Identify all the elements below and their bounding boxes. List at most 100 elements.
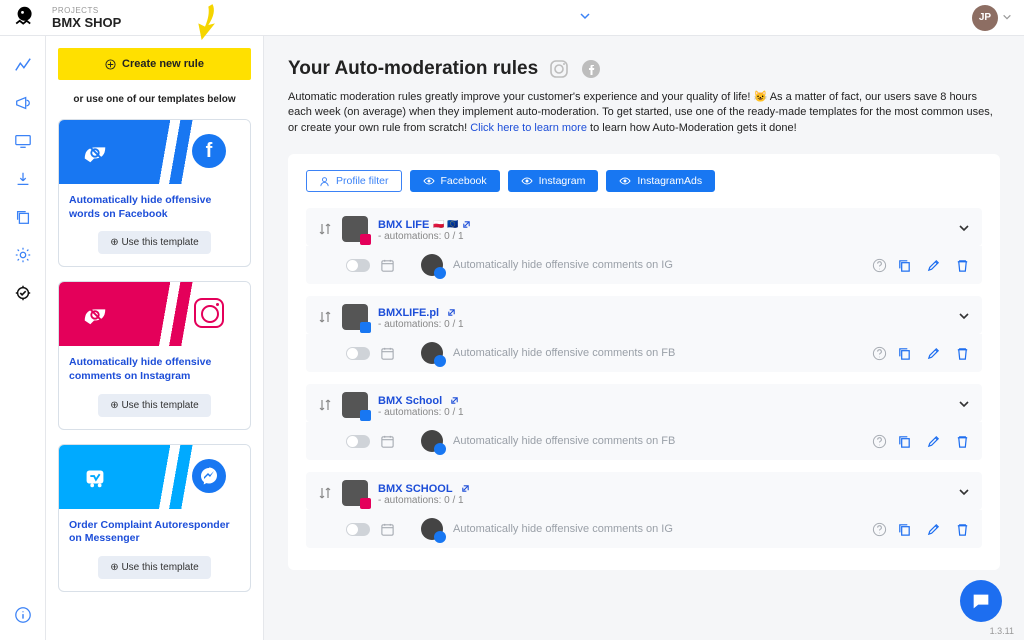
rules-panel: Profile filter Facebook Instagram Instag…: [288, 154, 1000, 570]
sort-icon[interactable]: [318, 222, 332, 236]
rule-toggle[interactable]: [346, 259, 370, 272]
profile-avatar: [342, 392, 368, 418]
filter-instagram-ads[interactable]: InstagramAds: [606, 170, 715, 192]
nav-info-icon[interactable]: [14, 606, 32, 624]
edit-icon[interactable]: [926, 522, 941, 537]
rule-row: Automatically hide offensive comments on…: [306, 510, 982, 548]
chevron-down-icon[interactable]: [1002, 11, 1012, 25]
chevron-down-icon[interactable]: [579, 10, 591, 25]
use-template-button[interactable]: ⊕ Use this template: [98, 556, 210, 579]
external-link-icon: [450, 396, 459, 405]
learn-more-link[interactable]: Click here to learn more: [470, 122, 587, 134]
template-title: Order Complaint Autoresponder on Messeng…: [69, 519, 240, 546]
sort-icon[interactable]: [318, 486, 332, 500]
calendar-icon[interactable]: [380, 522, 395, 537]
calendar-icon[interactable]: [380, 434, 395, 449]
or-divider-text: or use one of our templates below: [58, 94, 251, 105]
nav-megaphone-icon[interactable]: [14, 94, 32, 112]
app-logo: [12, 4, 40, 32]
filter-instagram[interactable]: Instagram: [508, 170, 599, 192]
instagram-icon: [548, 58, 570, 80]
hide-icon: [81, 138, 109, 166]
tutorial-arrow-icon: [170, 0, 230, 50]
profile-block: BMX SCHOOL - automations: 0 / 1 Automati…: [306, 472, 982, 548]
instagram-icon: [192, 296, 226, 330]
help-icon[interactable]: [872, 346, 887, 361]
edit-icon[interactable]: [926, 258, 941, 273]
facebook-icon: [580, 58, 602, 80]
use-template-button[interactable]: ⊕ Use this template: [98, 394, 210, 417]
use-template-button[interactable]: ⊕ Use this template: [98, 231, 210, 254]
profile-header[interactable]: BMX SCHOOL - automations: 0 / 1: [306, 472, 982, 510]
messenger-icon: [192, 459, 226, 493]
help-icon[interactable]: [872, 258, 887, 273]
profile-avatar: [342, 216, 368, 242]
template-title: Automatically hide offensive comments on…: [69, 356, 240, 383]
copy-icon[interactable]: [897, 434, 912, 449]
chevron-down-icon[interactable]: [958, 398, 970, 413]
sort-icon[interactable]: [318, 398, 332, 412]
chevron-down-icon[interactable]: [958, 310, 970, 325]
create-rule-label: Create new rule: [122, 58, 204, 70]
profile-header[interactable]: BMX School - automations: 0 / 1: [306, 384, 982, 422]
edit-icon[interactable]: [926, 434, 941, 449]
user-avatar[interactable]: JP: [972, 5, 998, 31]
profile-automations-count: - automations: 0 / 1: [378, 407, 948, 418]
profile-name[interactable]: BMX School: [378, 395, 459, 407]
user-icon: [319, 176, 330, 187]
copy-icon[interactable]: [897, 258, 912, 273]
project-selector[interactable]: PROJECTS BMX SHOP: [52, 6, 121, 30]
rule-row: Automatically hide offensive comments on…: [306, 246, 982, 284]
chat-widget-button[interactable]: [960, 580, 1002, 622]
rule-name: Automatically hide offensive comments on…: [453, 435, 866, 447]
profile-automations-count: - automations: 0 / 1: [378, 319, 948, 330]
profile-filter-button[interactable]: Profile filter: [306, 170, 402, 192]
nav-automod-icon[interactable]: [14, 284, 32, 302]
rule-name: Automatically hide offensive comments on…: [453, 259, 866, 271]
template-card-facebook: f Automatically hide offensive words on …: [58, 119, 251, 267]
rule-toggle[interactable]: [346, 435, 370, 448]
profile-automations-count: - automations: 0 / 1: [378, 231, 948, 242]
rule-avatar: [421, 518, 443, 540]
profile-header[interactable]: BMXLIFE.pl - automations: 0 / 1: [306, 296, 982, 334]
delete-icon[interactable]: [955, 522, 970, 537]
profile-avatar: [342, 304, 368, 330]
nav-analytics-icon[interactable]: [14, 56, 32, 74]
chat-icon: [970, 590, 992, 612]
rule-avatar: [421, 430, 443, 452]
profile-name[interactable]: BMXLIFE.pl: [378, 307, 456, 319]
nav-download-icon[interactable]: [14, 170, 32, 188]
delete-icon[interactable]: [955, 258, 970, 273]
rule-row: Automatically hide offensive comments on…: [306, 334, 982, 372]
chevron-down-icon[interactable]: [958, 486, 970, 501]
copy-icon[interactable]: [897, 522, 912, 537]
profile-block: BMX LIFE 🇵🇱 🇪🇺 - automations: 0 / 1 Auto…: [306, 208, 982, 284]
profile-block: BMX School - automations: 0 / 1 Automati…: [306, 384, 982, 460]
external-link-icon: [461, 484, 470, 493]
profile-avatar: [342, 480, 368, 506]
version-label: 1.3.11: [990, 626, 1014, 636]
rule-toggle[interactable]: [346, 347, 370, 360]
filter-facebook[interactable]: Facebook: [410, 170, 500, 192]
nav-settings-icon[interactable]: [14, 246, 32, 264]
create-rule-button[interactable]: Create new rule: [58, 48, 251, 80]
eye-icon: [619, 175, 631, 187]
facebook-icon: f: [192, 134, 226, 168]
chevron-down-icon[interactable]: [958, 222, 970, 237]
profile-name[interactable]: BMX SCHOOL: [378, 483, 470, 495]
delete-icon[interactable]: [955, 346, 970, 361]
copy-icon[interactable]: [897, 346, 912, 361]
edit-icon[interactable]: [926, 346, 941, 361]
help-icon[interactable]: [872, 522, 887, 537]
rule-toggle[interactable]: [346, 523, 370, 536]
help-icon[interactable]: [872, 434, 887, 449]
sort-icon[interactable]: [318, 310, 332, 324]
nav-display-icon[interactable]: [14, 132, 32, 150]
profile-header[interactable]: BMX LIFE 🇵🇱 🇪🇺 - automations: 0 / 1: [306, 208, 982, 246]
nav-copy-icon[interactable]: [14, 208, 32, 226]
calendar-icon[interactable]: [380, 346, 395, 361]
calendar-icon[interactable]: [380, 258, 395, 273]
profile-name[interactable]: BMX LIFE 🇵🇱 🇪🇺: [378, 219, 471, 231]
eye-icon: [423, 175, 435, 187]
delete-icon[interactable]: [955, 434, 970, 449]
